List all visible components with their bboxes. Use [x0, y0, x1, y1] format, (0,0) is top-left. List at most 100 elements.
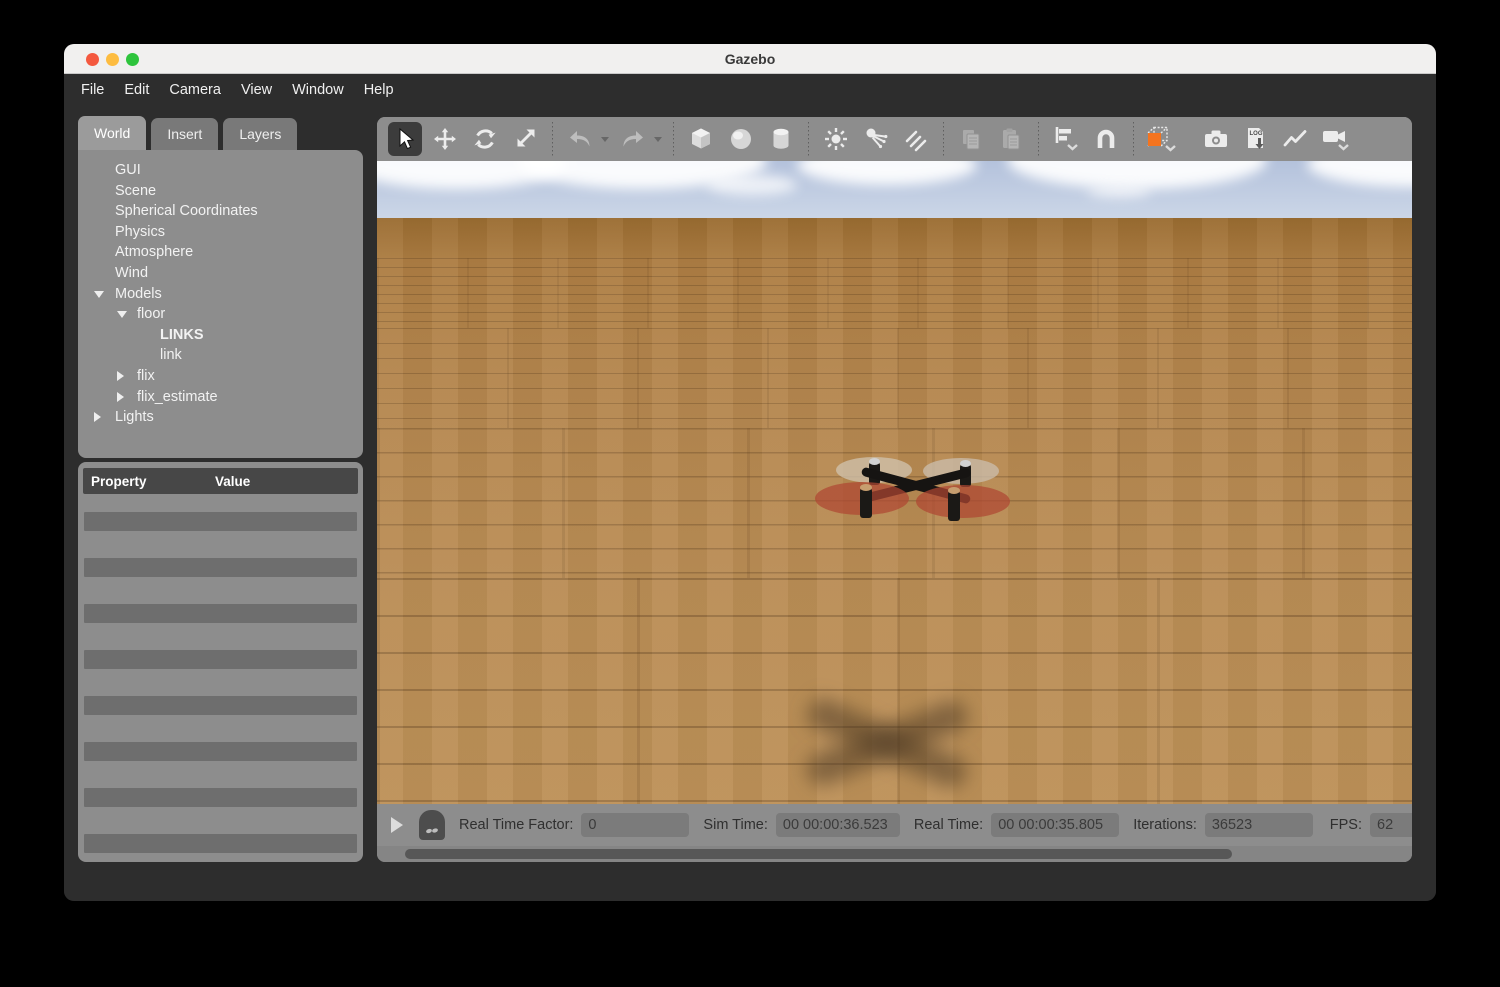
scale-arrows-icon	[512, 126, 538, 152]
sim-time-value: 00 00:00:36.523	[776, 813, 900, 837]
menu-window[interactable]: Window	[292, 82, 344, 98]
sphere-icon	[728, 126, 754, 152]
undo-dropdown[interactable]	[601, 137, 609, 142]
paste-button[interactable]	[994, 122, 1028, 156]
tree-item-wind[interactable]: Wind	[78, 263, 363, 284]
cloud	[1087, 185, 1151, 198]
tree-item-floor[interactable]: floor	[78, 304, 363, 325]
expand-arrow-icon[interactable]	[94, 291, 104, 298]
viewport-pane: LOG	[377, 117, 1412, 862]
motor	[860, 488, 872, 518]
copy-button[interactable]	[954, 122, 988, 156]
snap-button[interactable]	[1089, 122, 1123, 156]
cylinder-icon	[768, 126, 794, 152]
toolbar-separator	[673, 122, 674, 156]
tree-item-lights[interactable]: Lights	[78, 407, 363, 428]
gazebo-window: Gazebo File Edit Camera View Window Help…	[64, 44, 1436, 901]
copy-icon	[958, 126, 984, 152]
horizontal-scrollbar[interactable]	[377, 846, 1412, 862]
menu-bar: File Edit Camera View Window Help	[64, 74, 1436, 106]
title-bar: Gazebo	[64, 44, 1436, 74]
tab-layers[interactable]: Layers	[223, 118, 297, 150]
tree-item-scene[interactable]: Scene	[78, 181, 363, 202]
directional-light-button[interactable]	[899, 122, 933, 156]
select-tool[interactable]	[388, 122, 422, 156]
tree-item-physics[interactable]: Physics	[78, 222, 363, 243]
screenshot-button[interactable]	[1199, 122, 1233, 156]
cloud	[707, 175, 797, 195]
toolbar-separator	[552, 122, 553, 156]
step-button[interactable]	[419, 810, 445, 840]
video-record-button[interactable]	[1319, 122, 1353, 156]
expand-arrow-icon[interactable]	[117, 311, 127, 318]
box-button[interactable]	[684, 122, 718, 156]
table-row	[84, 650, 357, 669]
move-arrows-icon	[432, 126, 458, 152]
render-viewport[interactable]	[377, 161, 1412, 804]
cube-icon	[688, 126, 714, 152]
column-value: Value	[215, 474, 250, 489]
rotate-tool[interactable]	[468, 122, 502, 156]
undo-button[interactable]	[563, 122, 597, 156]
tree-item-models[interactable]: Models	[78, 284, 363, 305]
magnet-icon	[1093, 126, 1119, 152]
redo-arrow-icon	[619, 126, 647, 152]
real-time-factor-value[interactable]: 0	[581, 813, 689, 837]
menu-file[interactable]: File	[81, 82, 104, 98]
log-file-icon: LOG	[1242, 125, 1270, 153]
spot-light-icon	[863, 126, 889, 152]
translate-tool[interactable]	[428, 122, 462, 156]
play-button[interactable]	[391, 817, 403, 833]
property-panel: Property Value	[78, 462, 363, 862]
real-time-factor-field: Real Time Factor: 0	[459, 813, 689, 837]
tree-item-spherical-coordinates[interactable]: Spherical Coordinates	[78, 201, 363, 222]
toolbar-separator	[943, 122, 944, 156]
property-table-header: Property Value	[83, 468, 358, 494]
point-light-button[interactable]	[819, 122, 853, 156]
steps-icon	[425, 827, 439, 835]
log-button[interactable]: LOG	[1239, 122, 1273, 156]
collapsed-arrow-icon[interactable]	[117, 371, 124, 381]
camera-icon	[1202, 126, 1230, 152]
redo-dropdown[interactable]	[654, 137, 662, 142]
menu-help[interactable]: Help	[364, 82, 394, 98]
scrollbar-thumb[interactable]	[405, 849, 1232, 859]
sim-time-label: Sim Time:	[703, 817, 767, 833]
menu-edit[interactable]: Edit	[124, 82, 149, 98]
table-row	[84, 558, 357, 577]
toolbar-separator	[808, 122, 809, 156]
sky	[377, 161, 1412, 218]
sphere-button[interactable]	[724, 122, 758, 156]
tree-item-links-header[interactable]: LINKS	[78, 325, 363, 346]
window-content: World Insert Layers GUI Scene Spherical …	[64, 106, 1436, 900]
collapsed-arrow-icon[interactable]	[94, 412, 101, 422]
tab-world[interactable]: World	[78, 116, 146, 152]
tree-item-flix[interactable]: flix	[78, 366, 363, 387]
rotor-disc-red	[916, 485, 1010, 518]
plot-button[interactable]	[1279, 122, 1313, 156]
scale-tool[interactable]	[508, 122, 542, 156]
toolbar-separator	[1133, 122, 1134, 156]
rotate-arrows-icon	[472, 126, 498, 152]
video-camera-icon	[1320, 124, 1352, 154]
plot-line-icon	[1282, 126, 1310, 152]
tree-item-atmosphere[interactable]: Atmosphere	[78, 242, 363, 263]
tab-insert[interactable]: Insert	[151, 118, 218, 150]
tree-item-gui[interactable]: GUI	[78, 160, 363, 181]
tree-item-flix-estimate[interactable]: flix_estimate	[78, 387, 363, 408]
wood-floor	[377, 218, 1412, 804]
undo-arrow-icon	[566, 126, 594, 152]
cylinder-button[interactable]	[764, 122, 798, 156]
real-time-field: Real Time: 00 00:00:35.805	[914, 813, 1119, 837]
simulation-status-bar: Real Time Factor: 0 Sim Time: 00 00:00:3…	[377, 804, 1412, 846]
tree-item-link[interactable]: link	[78, 345, 363, 366]
menu-camera[interactable]: Camera	[169, 82, 221, 98]
redo-button[interactable]	[616, 122, 650, 156]
column-property: Property	[83, 474, 215, 489]
view-angle-button[interactable]	[1144, 122, 1178, 156]
menu-view[interactable]: View	[241, 82, 272, 98]
collapsed-arrow-icon[interactable]	[117, 392, 124, 402]
align-button[interactable]	[1049, 122, 1083, 156]
spot-light-button[interactable]	[859, 122, 893, 156]
cursor-arrow-icon	[392, 126, 418, 152]
